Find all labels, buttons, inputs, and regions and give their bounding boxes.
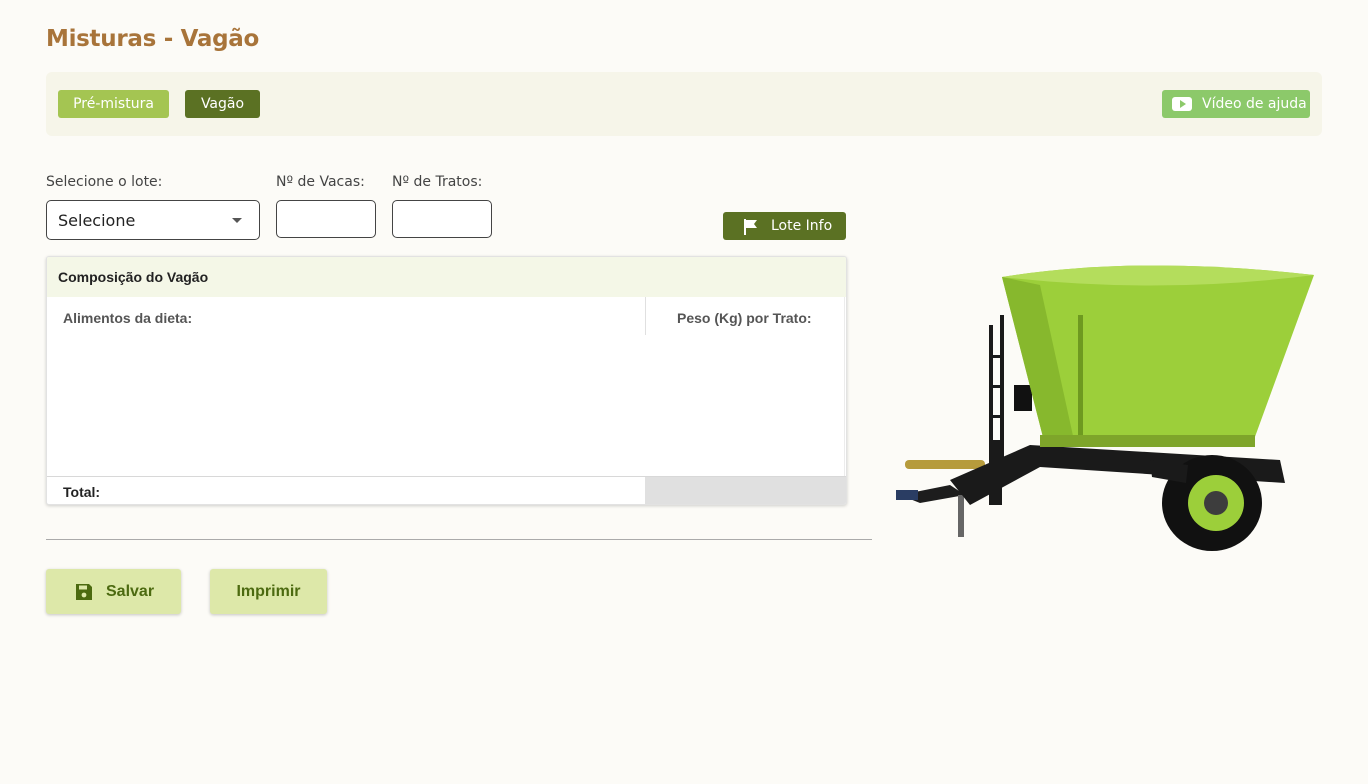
tab-vagao[interactable]: Vagão bbox=[185, 90, 260, 118]
flag-icon bbox=[744, 219, 757, 235]
save-icon bbox=[76, 584, 92, 600]
table-footer: Total: bbox=[47, 476, 846, 504]
print-button[interactable]: Imprimir bbox=[210, 569, 327, 614]
vacas-label: Nº de Vacas: bbox=[276, 174, 365, 190]
vacas-input[interactable] bbox=[276, 200, 376, 238]
composition-title: Composição do Vagão bbox=[47, 257, 846, 297]
divider bbox=[46, 539, 872, 540]
lote-info-label: Lote Info bbox=[771, 218, 833, 234]
tratos-input[interactable] bbox=[392, 200, 492, 238]
feed-mixer-wagon-image bbox=[896, 265, 1314, 551]
caret-down-icon bbox=[232, 218, 242, 223]
column-header-alimentos: Alimentos da dieta: bbox=[63, 310, 193, 326]
lote-select[interactable]: Selecione bbox=[46, 200, 260, 240]
tab-bar: Pré-mistura Vagão Vídeo de ajuda bbox=[46, 72, 1322, 136]
help-video-button[interactable]: Vídeo de ajuda bbox=[1162, 90, 1310, 118]
help-video-label: Vídeo de ajuda bbox=[1202, 96, 1307, 112]
page-title: Misturas - Vagão bbox=[46, 26, 259, 52]
save-button[interactable]: Salvar bbox=[46, 569, 181, 614]
tratos-label: Nº de Tratos: bbox=[392, 174, 483, 190]
total-label: Total: bbox=[63, 484, 101, 500]
total-value bbox=[645, 477, 846, 504]
lote-info-button[interactable]: Lote Info bbox=[723, 212, 846, 240]
save-label: Salvar bbox=[106, 583, 155, 600]
composition-table: Composição do Vagão Alimentos da dieta: … bbox=[46, 256, 847, 505]
column-divider bbox=[645, 297, 646, 335]
column-border bbox=[844, 297, 845, 477]
lote-select-value: Selecione bbox=[58, 211, 136, 230]
tab-pre-mistura[interactable]: Pré-mistura bbox=[58, 90, 169, 118]
column-header-peso: Peso (Kg) por Trato: bbox=[677, 310, 812, 326]
lote-label: Selecione o lote: bbox=[46, 174, 163, 190]
youtube-icon bbox=[1172, 97, 1192, 111]
